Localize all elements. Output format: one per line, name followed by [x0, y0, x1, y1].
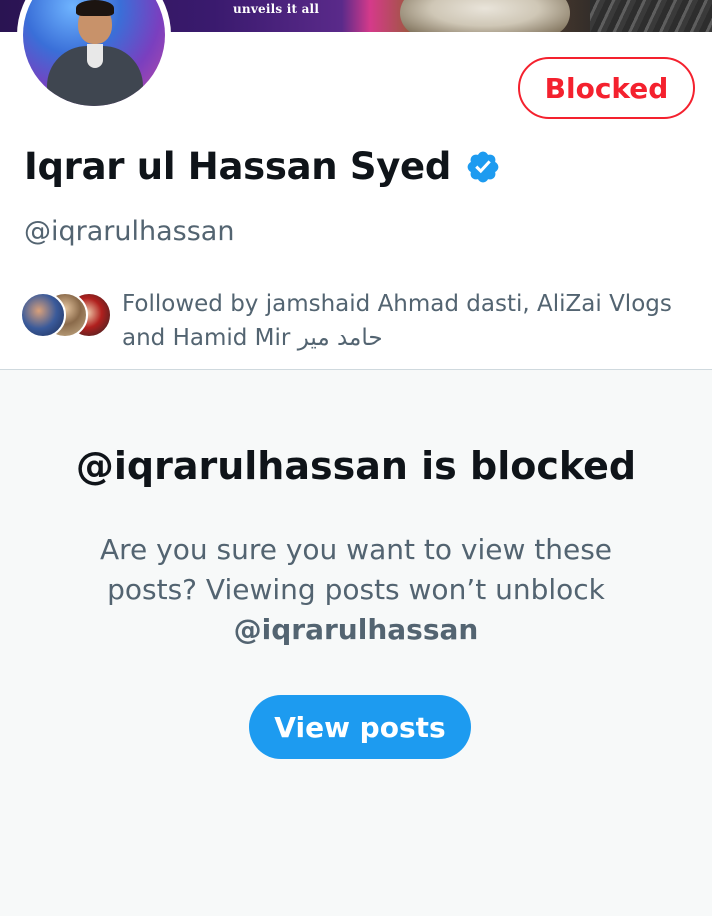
- profile-name-row: Iqrar ul Hassan Syed: [24, 145, 501, 188]
- blocked-title: @iqrarulhassan is blocked: [75, 444, 637, 488]
- blocked-button[interactable]: Blocked: [518, 57, 695, 119]
- blocked-description-handle: @iqrarulhassan: [233, 613, 479, 646]
- profile-handle: @iqrarulhassan: [24, 216, 235, 247]
- display-name: Iqrar ul Hassan Syed: [24, 145, 452, 188]
- view-posts-button[interactable]: View posts: [249, 695, 471, 759]
- avatar-photo: [23, 0, 165, 106]
- follower-avatar: [20, 292, 66, 338]
- blocked-description: Are you sure you want to view these post…: [96, 530, 616, 650]
- banner-caption: unveils it all: [233, 2, 320, 16]
- profile-avatar[interactable]: [17, 0, 171, 112]
- banner-newspaper-image: [590, 0, 712, 32]
- banner-photo: [400, 0, 570, 32]
- blocked-description-text: Are you sure you want to view these post…: [99, 533, 613, 606]
- verified-badge-icon[interactable]: [465, 149, 501, 185]
- followed-by-text: Followed by jamshaid Ahmad dasti, AliZai…: [122, 291, 672, 351]
- follower-avatars: [20, 292, 115, 342]
